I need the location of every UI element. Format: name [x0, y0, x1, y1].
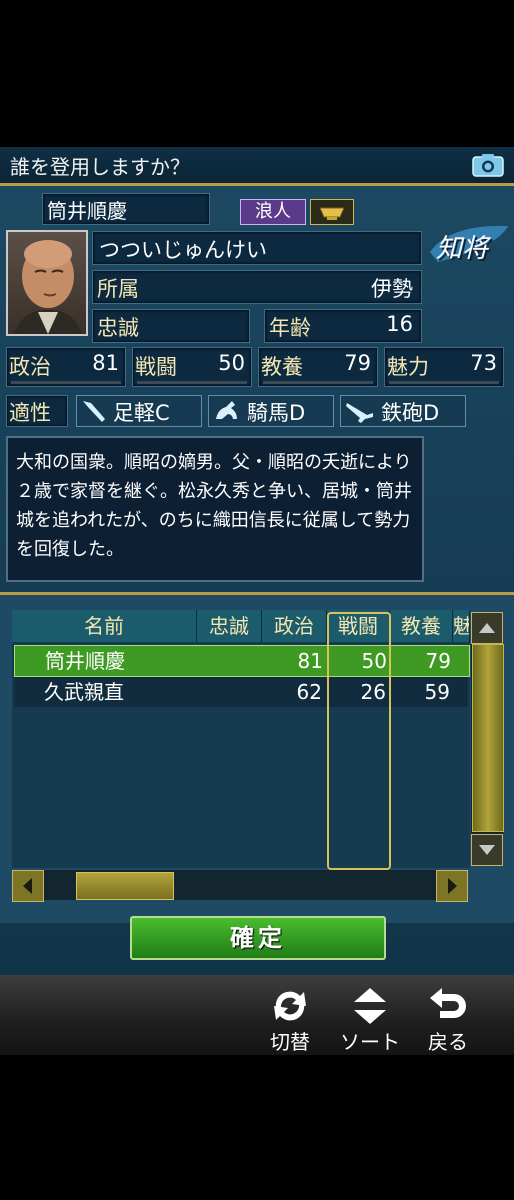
loyalty-label: 忠誠	[97, 316, 139, 340]
dialog-title: 誰を登用しますか？	[10, 155, 190, 179]
column-header-charisma[interactable]: 魅	[453, 610, 470, 642]
switch-button[interactable]: 切替	[260, 980, 320, 1054]
type-badge: 知将	[428, 222, 510, 268]
aptitude-label: 適性	[9, 401, 51, 425]
sorted-column-highlight	[327, 612, 391, 870]
row-culture: 79	[425, 649, 451, 673]
rifle-icon	[346, 403, 373, 423]
row-name: 久武親直	[44, 680, 124, 704]
description-box: 大和の国衆。順昭の嫡男。父・順昭の夭逝により２歳で家督を継ぐ。松永久秀と争い、居…	[6, 436, 424, 582]
vertical-scrollbar[interactable]	[471, 612, 504, 866]
reading-box: つついじゅんけい	[92, 231, 422, 265]
back-label: 戻る	[428, 1030, 468, 1054]
column-header-politics[interactable]: 政治	[262, 610, 327, 642]
spear-icon	[83, 401, 105, 422]
age-value: 16	[386, 312, 413, 336]
title-bar: 誰を登用しますか？	[0, 147, 514, 186]
affiliation-value: 伊勢	[371, 277, 413, 301]
table-row[interactable]: 久武親直 62 26 59	[14, 677, 468, 707]
type-badge-text: 知将	[436, 234, 489, 264]
ronin-badge: 浪人	[240, 199, 306, 225]
table-row[interactable]: 筒井順慶 81 50 79	[14, 645, 470, 677]
bottom-action-bar: 切替 ソート 戻る	[0, 975, 514, 1055]
stat-value: 73	[470, 351, 497, 375]
aptitude-text: 騎馬D	[247, 401, 306, 425]
stat-charisma: 魅力 73	[384, 347, 504, 387]
aptitude-label-box: 適性	[6, 395, 68, 427]
vertical-scroll-thumb[interactable]	[472, 644, 504, 832]
aptitude-gun: 鉄砲D	[340, 395, 466, 427]
row-culture: 59	[424, 680, 450, 704]
officer-name-box: 筒井順慶	[42, 193, 210, 225]
stat-bar	[389, 381, 499, 384]
officer-reading: つついじゅんけい	[99, 238, 267, 262]
aptitude-cavalry: 騎馬D	[208, 395, 334, 427]
age-label: 年齢	[269, 316, 311, 340]
aptitude-text: 鉄砲D	[381, 401, 440, 425]
scroll-down-button[interactable]	[471, 834, 503, 866]
stat-label: 戦闘	[135, 355, 177, 379]
column-header-name[interactable]: 名前	[12, 610, 197, 642]
horizontal-scrollbar[interactable]	[12, 870, 468, 902]
stat-bar	[11, 381, 121, 384]
officer-portrait	[6, 230, 88, 336]
officer-name: 筒井順慶	[47, 199, 127, 223]
stat-label: 政治	[9, 355, 51, 379]
scroll-left-button[interactable]	[12, 870, 44, 902]
scroll-up-button[interactable]	[471, 612, 503, 644]
stat-label: 魅力	[387, 355, 429, 379]
description-text: 大和の国衆。順昭の嫡男。父・順昭の夭逝により２歳で家督を継ぐ。松永久秀と争い、居…	[16, 452, 412, 560]
stat-value: 79	[344, 351, 371, 375]
back-arrow-icon	[430, 988, 466, 1018]
affiliation-box: 所属 伊勢	[92, 270, 422, 304]
aptitude-text: 足軽C	[113, 401, 170, 425]
column-header-loyalty[interactable]: 忠誠	[197, 610, 262, 642]
stat-politics: 政治 81	[6, 347, 126, 387]
scroll-right-button[interactable]	[436, 870, 468, 902]
row-politics: 62	[296, 680, 322, 704]
switch-arrows-icon	[274, 991, 306, 1021]
row-politics: 81	[297, 649, 323, 673]
aptitude-ashigaru: 足軽C	[76, 395, 202, 427]
stat-value: 50	[218, 351, 245, 375]
back-button[interactable]: 戻る	[418, 980, 478, 1054]
affiliation-label: 所属	[97, 277, 139, 301]
horizontal-scroll-thumb[interactable]	[76, 872, 174, 900]
camera-icon[interactable]	[472, 153, 504, 177]
horse-icon	[216, 401, 237, 419]
bowl-badge-icon	[310, 199, 354, 225]
stat-bar	[263, 381, 373, 384]
sort-arrows-icon	[354, 988, 386, 1024]
switch-label: 切替	[270, 1030, 310, 1054]
age-box: 年齢 16	[264, 309, 422, 343]
row-name: 筒井順慶	[45, 649, 125, 673]
loyalty-box: 忠誠	[92, 309, 250, 343]
column-header-culture[interactable]: 教養	[390, 610, 453, 642]
stat-label: 教養	[261, 355, 303, 379]
stat-bar	[137, 381, 247, 384]
stat-combat: 戦闘 50	[132, 347, 252, 387]
sort-button[interactable]: ソート	[340, 980, 400, 1054]
sort-label: ソート	[340, 1030, 400, 1054]
stat-value: 81	[92, 351, 119, 375]
stat-culture: 教養 79	[258, 347, 378, 387]
confirm-button[interactable]: 確定	[130, 916, 386, 960]
